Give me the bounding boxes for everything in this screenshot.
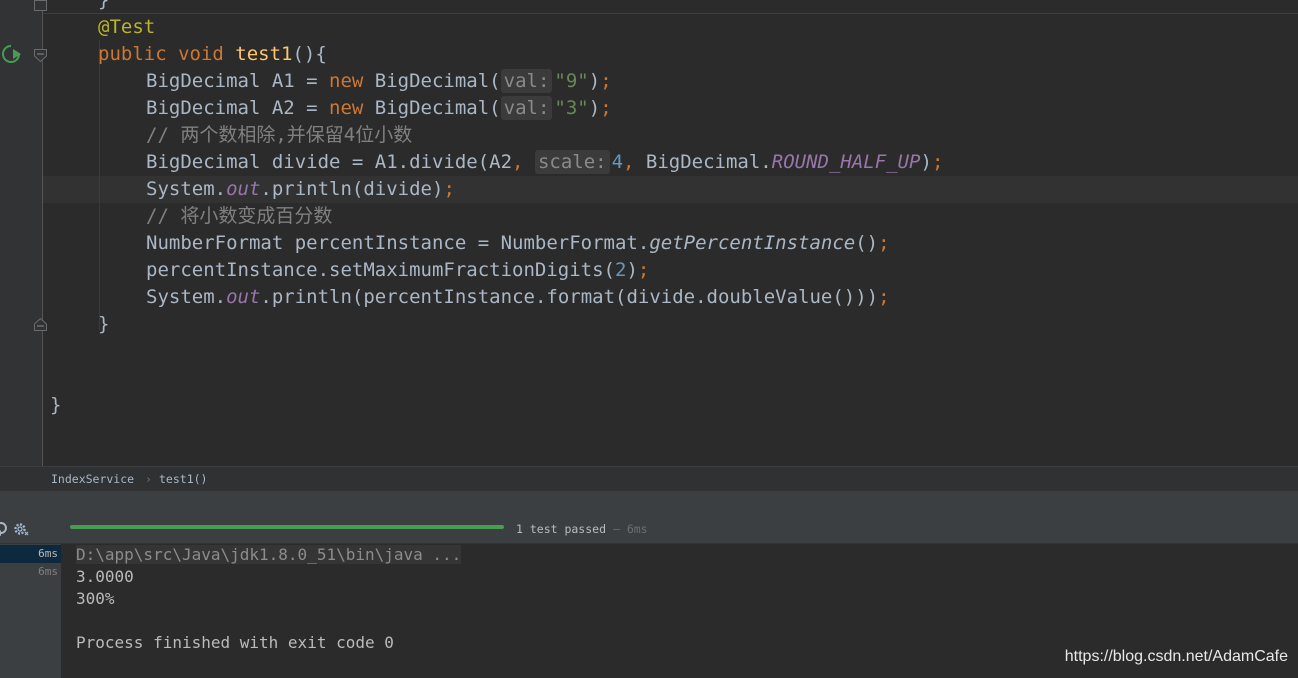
- code-token: ): [626, 259, 638, 281]
- code-token: ,: [623, 151, 646, 173]
- code-token: new: [329, 70, 375, 92]
- code-line[interactable]: BigDecimal divide = A1.divide(A2, scale:…: [146, 149, 943, 176]
- code-line[interactable]: public void test1(){: [98, 41, 327, 68]
- fold-icon[interactable]: [34, 318, 47, 331]
- code-line[interactable]: // 两个数相除,并保留4位小数: [146, 122, 412, 149]
- method-separator: [43, 13, 1298, 14]
- code-token: test1: [235, 43, 293, 65]
- code-token: }: [98, 313, 110, 335]
- code-token: System.: [146, 178, 227, 200]
- breadcrumb-separator: ›: [145, 472, 152, 486]
- code-token: // 将小数变成百分数: [146, 205, 333, 227]
- code-token: new: [329, 97, 375, 119]
- rerun-icon[interactable]: [0, 521, 7, 537]
- code-token: out: [226, 178, 261, 200]
- code-token: ,: [512, 151, 535, 173]
- code-line[interactable]: System.out.println(percentInstance.forma…: [146, 284, 890, 311]
- code-line[interactable]: @Test: [98, 14, 155, 41]
- code-token: ): [920, 151, 932, 173]
- code-token: 4: [611, 151, 624, 173]
- code-token: BigDecimal(: [374, 97, 501, 119]
- test-progress-bar: [70, 525, 504, 529]
- code-token: "3": [554, 97, 589, 119]
- parameter-hint: val:: [500, 69, 553, 93]
- code-token: ): [588, 97, 601, 119]
- code-line[interactable]: // 将小数变成百分数: [146, 203, 332, 230]
- editor-gutter: [0, 0, 43, 466]
- code-token: (){: [292, 43, 327, 65]
- code-token: NumberFormat percentInstance = NumberFor…: [146, 232, 650, 254]
- settings-gear-icon[interactable]: [12, 521, 29, 538]
- code-token: System.: [146, 286, 227, 308]
- test-tree: 6ms 6ms: [0, 544, 62, 678]
- console-line: 300%: [76, 589, 115, 608]
- parameter-hint: scale:: [534, 150, 610, 174]
- code-line[interactable]: }: [50, 392, 61, 419]
- code-token: "9": [554, 70, 589, 92]
- code-line[interactable]: percentInstance.setMaximumFractionDigits…: [146, 257, 649, 284]
- code-token: ;: [878, 286, 890, 308]
- code-token: ;: [637, 259, 650, 281]
- console-line: Process finished with exit code 0: [76, 633, 394, 652]
- code-token: getPercentInstance: [649, 232, 856, 254]
- fold-icon[interactable]: [34, 0, 47, 11]
- code-token: BigDecimal divide = A1.divide(A2: [146, 151, 513, 173]
- code-token: // 两个数相除,并保留4位小数: [146, 124, 413, 146]
- code-line[interactable]: }: [98, 0, 109, 14]
- code-token: @Test: [98, 16, 156, 38]
- console-line: D:\app\src\Java\jdk1.8.0_51\bin\java ...: [76, 544, 462, 566]
- code-token: }: [98, 0, 110, 11]
- code-token: .println(percentInstance.format(divide.d…: [260, 286, 879, 308]
- code-token: BigDecimal(: [374, 70, 501, 92]
- run-test-icon[interactable]: [0, 43, 22, 65]
- breadcrumb-class[interactable]: IndexService: [51, 467, 134, 491]
- code-token: (): [855, 232, 879, 254]
- code-token: ): [588, 70, 601, 92]
- test-status: 1 test passed – 6ms: [516, 515, 648, 543]
- test-tree-row[interactable]: 6ms: [0, 545, 61, 563]
- test-status-time: 6ms: [626, 522, 648, 536]
- code-token: percentInstance.setMaximumFractionDigits…: [146, 259, 615, 281]
- code-token: BigDecimal A2 =: [146, 97, 330, 119]
- code-token: ROUND_HALF_UP: [771, 151, 921, 173]
- code-line[interactable]: BigDecimal A1 = new BigDecimal(val: "9");: [146, 68, 612, 95]
- code-token: ;: [443, 178, 455, 200]
- watermark: https://blog.csdn.net/AdamCafe: [1064, 648, 1288, 665]
- code-token: ;: [600, 70, 612, 92]
- fold-icon[interactable]: [34, 49, 47, 62]
- code-line[interactable]: System.out.println(divide);: [146, 176, 455, 203]
- parameter-hint: val:: [500, 96, 553, 120]
- code-token: 2: [615, 259, 627, 281]
- console-command[interactable]: D:\app\src\Java\jdk1.8.0_51\bin\java ...: [76, 545, 462, 564]
- code-token: .println(divide): [260, 178, 444, 200]
- code-token: ;: [878, 232, 890, 254]
- code-token: ;: [931, 151, 944, 173]
- code-token: out: [226, 286, 261, 308]
- console-line: 3.0000: [76, 567, 134, 586]
- code-line[interactable]: }: [98, 311, 109, 338]
- code-token: }: [50, 394, 62, 416]
- code-line[interactable]: BigDecimal A2 = new BigDecimal(val: "3");: [146, 95, 612, 122]
- run-toolbar: 1 test passed – 6ms: [0, 515, 1298, 544]
- indent-guide: [99, 40, 100, 330]
- test-tree-row[interactable]: 6ms: [0, 563, 61, 581]
- test-status-separator: –: [612, 522, 620, 536]
- code-token: BigDecimal A1 =: [146, 70, 330, 92]
- breadcrumb: IndexService › test1(): [0, 466, 1298, 491]
- code-editor[interactable]: } @Test public void test1(){ BigDecimal …: [0, 0, 1298, 466]
- breadcrumb-method[interactable]: test1(): [159, 467, 207, 491]
- code-token: BigDecimal.: [645, 151, 772, 173]
- test-status-text: 1 test passed: [516, 522, 607, 536]
- tool-window-header: [0, 490, 1298, 516]
- code-token: public void: [98, 43, 236, 65]
- code-line[interactable]: NumberFormat percentInstance = NumberFor…: [146, 230, 890, 257]
- code-token: ;: [600, 97, 612, 119]
